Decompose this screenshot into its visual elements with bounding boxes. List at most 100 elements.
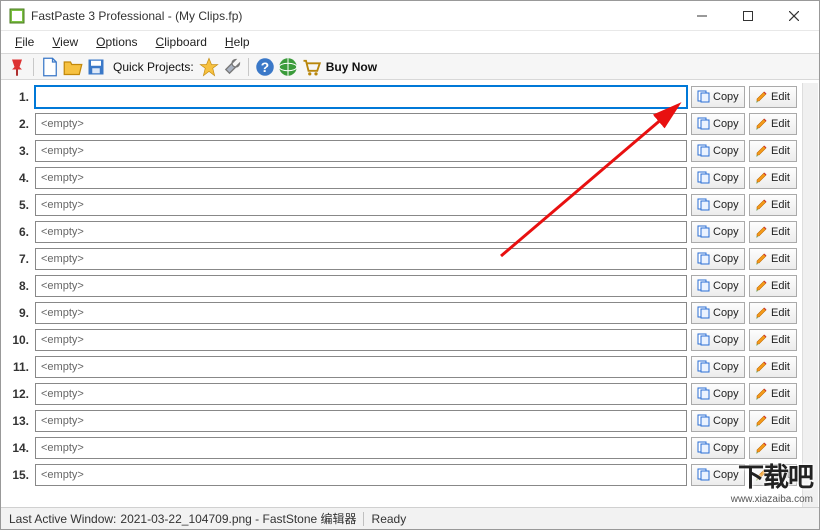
clip-row: 4.CopyEdit: [5, 164, 815, 191]
copy-button[interactable]: Copy: [691, 329, 745, 351]
copy-button[interactable]: Copy: [691, 437, 745, 459]
edit-label: Edit: [771, 172, 790, 184]
menu-view[interactable]: View: [44, 33, 86, 51]
edit-label: Edit: [771, 226, 790, 238]
clip-input[interactable]: [35, 275, 687, 297]
edit-button[interactable]: Edit: [749, 356, 797, 378]
new-file-icon[interactable]: [40, 57, 60, 77]
clip-input[interactable]: [35, 329, 687, 351]
copy-button[interactable]: Copy: [691, 86, 745, 108]
copy-button[interactable]: Copy: [691, 194, 745, 216]
menu-file[interactable]: File: [7, 33, 42, 51]
copy-pages-icon: [697, 333, 710, 346]
copy-button[interactable]: Copy: [691, 140, 745, 162]
copy-label: Copy: [713, 415, 739, 427]
copy-button[interactable]: Copy: [691, 167, 745, 189]
edit-label: Edit: [771, 91, 790, 103]
clip-number: 13.: [7, 414, 31, 428]
copy-button[interactable]: Copy: [691, 410, 745, 432]
pencil-icon: [755, 144, 768, 157]
pencil-icon: [755, 441, 768, 454]
status-label: Last Active Window:: [9, 512, 116, 526]
cart-icon[interactable]: [301, 57, 321, 77]
clip-input[interactable]: [35, 356, 687, 378]
edit-button[interactable]: Edit: [749, 140, 797, 162]
menu-options[interactable]: Options: [88, 33, 145, 51]
menu-clipboard[interactable]: Clipboard: [148, 33, 215, 51]
copy-label: Copy: [713, 226, 739, 238]
pencil-icon: [755, 279, 768, 292]
globe-icon[interactable]: [278, 57, 298, 77]
pencil-icon: [755, 198, 768, 211]
copy-label: Copy: [713, 172, 739, 184]
copy-pages-icon: [697, 414, 710, 427]
clip-row: 1. Copy Edit: [5, 83, 815, 110]
edit-button[interactable]: Edit: [749, 383, 797, 405]
minimize-button[interactable]: [679, 2, 725, 30]
clip-input[interactable]: [35, 167, 687, 189]
edit-button[interactable]: Edit: [749, 302, 797, 324]
save-icon[interactable]: [86, 57, 106, 77]
clip-input[interactable]: [35, 194, 687, 216]
copy-label: Copy: [713, 469, 739, 481]
clip-number: 1.: [7, 90, 31, 104]
edit-button[interactable]: Edit: [749, 221, 797, 243]
pencil-icon: [755, 252, 768, 265]
edit-button[interactable]: Edit: [749, 329, 797, 351]
clips-list: 1.CopyEdit2.CopyEdit3.CopyEdit4.CopyEdit…: [5, 83, 815, 507]
copy-label: Copy: [713, 307, 739, 319]
clip-number: 6.: [7, 225, 31, 239]
app-icon: [9, 8, 25, 24]
edit-button[interactable]: Edit: [749, 248, 797, 270]
pencil-icon: [755, 387, 768, 400]
close-button[interactable]: [771, 2, 817, 30]
buy-now-button[interactable]: Buy Now: [326, 60, 377, 74]
copy-pages-icon: [697, 279, 710, 292]
pin-icon[interactable]: [7, 57, 27, 77]
copy-button[interactable]: Copy: [691, 221, 745, 243]
menubar: File View Options Clipboard Help: [1, 31, 819, 53]
pencil-icon: [755, 360, 768, 373]
edit-button[interactable]: Edit: [749, 113, 797, 135]
clip-row: 7.CopyEdit: [5, 245, 815, 272]
copy-pages-icon: [697, 252, 710, 265]
copy-button[interactable]: Copy: [691, 275, 745, 297]
copy-label: Copy: [713, 442, 739, 454]
clip-row: 9.CopyEdit: [5, 299, 815, 326]
clip-input[interactable]: [35, 437, 687, 459]
copy-button[interactable]: Copy: [691, 383, 745, 405]
clip-input[interactable]: [35, 248, 687, 270]
clip-number: 14.: [7, 441, 31, 455]
copy-button[interactable]: Copy: [691, 464, 745, 486]
star-icon[interactable]: [199, 57, 219, 77]
clip-row: 15.CopyEdit: [5, 461, 815, 488]
copy-button[interactable]: Copy: [691, 248, 745, 270]
wrench-icon[interactable]: [222, 57, 242, 77]
menu-help[interactable]: Help: [217, 33, 258, 51]
edit-button[interactable]: Edit: [749, 437, 797, 459]
edit-button[interactable]: Edit: [749, 410, 797, 432]
copy-button[interactable]: Copy: [691, 302, 745, 324]
edit-button[interactable]: Edit: [749, 275, 797, 297]
clip-input[interactable]: [35, 221, 687, 243]
edit-button[interactable]: Edit: [749, 167, 797, 189]
copy-button[interactable]: Copy: [691, 113, 745, 135]
edit-button[interactable]: Edit: [749, 464, 797, 486]
clip-input[interactable]: [35, 464, 687, 486]
edit-button[interactable]: Edit: [749, 194, 797, 216]
clip-input[interactable]: [35, 302, 687, 324]
quick-projects-label: Quick Projects:: [113, 60, 194, 74]
svg-text:?: ?: [261, 60, 269, 75]
clip-input[interactable]: [35, 113, 687, 135]
clip-number: 8.: [7, 279, 31, 293]
clip-input[interactable]: [35, 86, 687, 108]
open-folder-icon[interactable]: [63, 57, 83, 77]
clip-row: 3.CopyEdit: [5, 137, 815, 164]
clip-input[interactable]: [35, 410, 687, 432]
copy-button[interactable]: Copy: [691, 356, 745, 378]
clip-input[interactable]: [35, 140, 687, 162]
edit-button[interactable]: Edit: [749, 86, 797, 108]
help-icon[interactable]: ?: [255, 57, 275, 77]
clip-input[interactable]: [35, 383, 687, 405]
maximize-button[interactable]: [725, 2, 771, 30]
